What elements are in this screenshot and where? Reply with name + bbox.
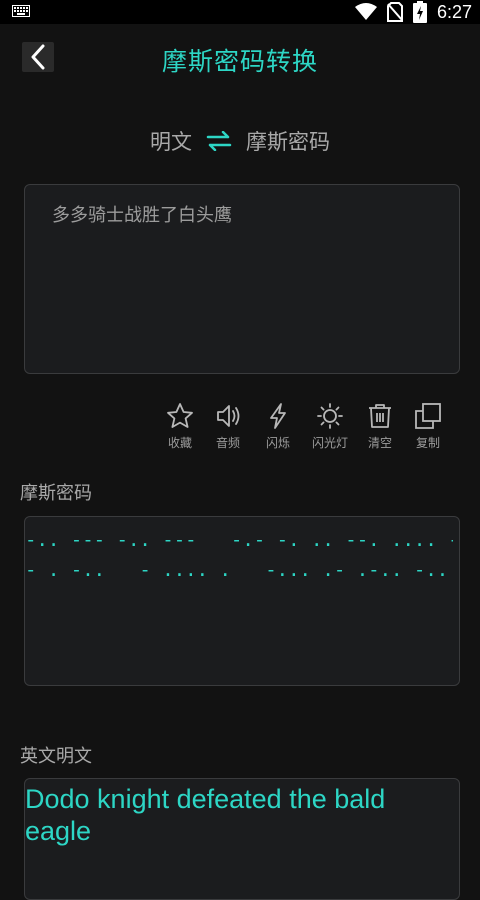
speaker-icon xyxy=(217,405,240,427)
mode-left-label[interactable]: 明文 xyxy=(150,126,192,156)
audio-label: 音频 xyxy=(215,436,240,450)
morse-line: -.. --- -.. --- -.- -. .. --. .... - -..… xyxy=(25,529,453,551)
swap-icon[interactable] xyxy=(206,131,232,151)
battery-charging-icon xyxy=(412,1,427,23)
english-output[interactable]: Dodo knight defeated the bald eagle xyxy=(24,778,460,900)
copy-label: 复制 xyxy=(415,436,440,450)
wifi-icon xyxy=(354,3,377,20)
audio-button[interactable]: 音频 xyxy=(204,402,252,451)
morse-text: -.. --- -.. --- -.- -. .. --. .... - -..… xyxy=(25,525,453,585)
star-icon xyxy=(167,403,193,428)
flash-icon xyxy=(270,403,286,429)
morse-line: - . -.. - .... . -... .- .-.. -.. . .- -… xyxy=(25,559,449,581)
mode-right-label[interactable]: 摩斯密码 xyxy=(246,126,330,156)
favorite-label: 收藏 xyxy=(167,436,192,450)
english-section-label: 英文明文 xyxy=(20,746,92,767)
clear-label: 清空 xyxy=(367,436,392,450)
plaintext-input[interactable]: 多多骑士战胜了白头鹰 xyxy=(24,184,460,374)
sun-icon xyxy=(317,403,343,429)
copy-button[interactable]: 复制 xyxy=(404,402,452,451)
app-bar: 摩斯密码转换 xyxy=(0,24,480,90)
status-time: 6:27 xyxy=(436,1,472,22)
english-text: Dodo knight defeated the bald eagle xyxy=(25,784,386,846)
flashlight-label: 闪光灯 xyxy=(311,436,348,450)
no-sim-icon xyxy=(386,2,403,22)
morse-section-label: 摩斯密码 xyxy=(20,483,92,504)
flashlight-button[interactable]: 闪光灯 xyxy=(306,402,354,451)
plaintext-value: 多多骑士战胜了白头鹰 xyxy=(52,205,232,226)
mode-switch: 明文 摩斯密码 xyxy=(0,124,480,158)
blink-button[interactable]: 闪烁 xyxy=(254,402,302,451)
morse-output[interactable]: -.. --- -.. --- -.- -. .. --. .... - -..… xyxy=(24,516,460,686)
trash-icon xyxy=(369,404,391,428)
keyboard-icon xyxy=(12,5,30,17)
blink-label: 闪烁 xyxy=(265,436,290,450)
page-title: 摩斯密码转换 xyxy=(161,47,318,76)
action-toolbar: 收藏 音频 闪烁 闪光灯 清空 复制 xyxy=(0,402,480,454)
clear-button[interactable]: 清空 xyxy=(356,402,404,451)
status-bar: 6:27 xyxy=(0,0,480,24)
copy-icon xyxy=(415,403,441,429)
favorite-button[interactable]: 收藏 xyxy=(156,402,204,451)
